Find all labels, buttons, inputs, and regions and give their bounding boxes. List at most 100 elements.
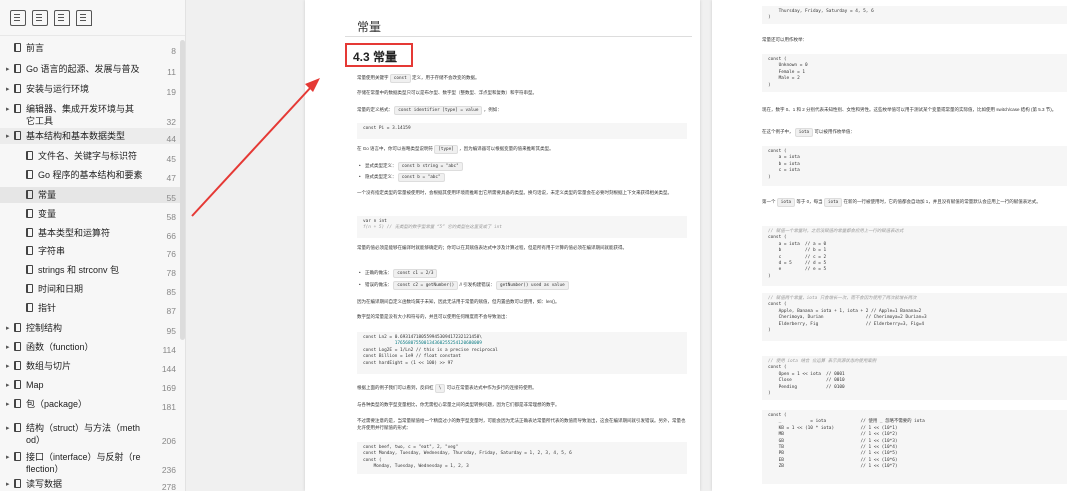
toc-item-page: 55 [166,193,176,203]
toc-item[interactable]: ▸ 控制结构 95 [0,320,180,336]
code-block: const ( a = iota b = iota c = iota ) [762,146,1067,186]
toc-item[interactable]: ▸ 接口（interface）与反射（reflection） 236 [0,449,180,475]
toc-item[interactable]: ▸ 基本结构和基本数据类型 44 [0,128,180,144]
chevron-right-icon[interactable]: ▸ [6,342,10,354]
code-block: const Pi = 3.14159 [357,123,687,139]
book-icon [14,131,21,140]
toc-item[interactable]: ▸ 结构（struct）与方法（method） 206 [0,420,180,446]
toc-item[interactable]: strings 和 strconv 包 78 [0,262,180,278]
book-icon [14,64,21,73]
toc-item[interactable]: 前言 8 [0,40,180,56]
book-icon [14,323,21,332]
toc-item[interactable]: Go 程序的基本结构和要素 47 [0,167,180,183]
pdf-page-next: Thursday, Friday, Saturday = 4, 5, 6 ) 常… [712,0,1080,491]
toc-item-page: 78 [166,268,176,278]
pdf-reader-window: 前言 8 ▸ Go 语言的起源、发展与普及 11 ▸ 安装与运行环境 19 ▸ 编辑器、集成开发环… [0,0,1080,491]
chevron-right-icon[interactable]: ▸ [6,423,10,435]
toc-item-title: 变量 [38,209,57,219]
paragraph: 第一个 iota 等于 0，每当 iota 在新的一行被使用时，它的值都会自动加… [762,198,1041,207]
toc-item[interactable]: 时间和日期 85 [0,281,180,297]
toc-item-title: 常量 [38,190,57,200]
toc-item[interactable]: ▸ 包（package） 181 [0,396,180,412]
toc-item-title: 结构（struct）与方法（method） [26,423,141,445]
chevron-right-icon[interactable]: ▸ [6,64,10,76]
toc-item[interactable]: 变量 58 [0,206,180,222]
toc-item-page: 169 [161,383,176,393]
paragraph: 因为在编译期间自定义函数均属于未知，因此无法用于常量的赋值，但内置函数可以使用，… [357,299,560,304]
toc-item-title: 包（package） [26,399,88,409]
toc-item-page: 44 [166,134,176,144]
book-icon [14,479,21,488]
chevron-right-icon[interactable]: ▸ [6,104,10,116]
bullet-item: 错误的做法： const c2 = getNumber() // 引发构建错误：… [359,281,685,290]
bookmark-add-icon[interactable] [76,9,92,26]
book-icon [14,380,21,389]
toc-item[interactable]: ▸ 安装与运行环境 19 [0,81,180,97]
toc-item[interactable]: 常量 55 [0,187,180,203]
toc-item-title: 时间和日期 [38,284,84,294]
code-block: const ( _ = iota // 使用 _ 忽略不需要的 iota KB … [762,410,1067,484]
toc-item-page: 278 [161,482,176,491]
code-block: // 赋值两个常量，iota 只会增长一次，而不会因为使用了两次就增长两次 co… [762,293,1067,341]
book-icon [26,228,33,237]
toc-item-page: 66 [166,231,176,241]
toc-item[interactable]: 指针 87 [0,300,180,316]
toc-item-title: Map [26,380,44,390]
chevron-right-icon[interactable]: ▸ [6,399,10,411]
toc-item-title: 编辑器、集成开发环境与其它工具 [26,104,135,126]
toc-item-title: 文件名、关键字与标识符 [38,151,138,161]
toc-item-title: strings 和 strconv 包 [38,265,120,275]
outline-icon[interactable] [10,9,26,26]
chevron-right-icon[interactable]: ▸ [6,380,10,392]
paragraph: 根据上面的例子我们可以看到，反斜杠 \ 可以在常量表达式中作为多行的连接符使用。 [357,384,537,393]
code-block: const ( Unknown = 0 Female = 1 Male = 2 … [762,54,1067,92]
toc-item-page: 87 [166,306,176,316]
code-block: const Ln2 = 0.69314718055994530941723212… [357,332,687,374]
toc-item[interactable]: ▸ 读写数据 278 [0,476,180,491]
toc-item-page: 8 [171,46,176,56]
toc-item-title: 接口（interface）与反射（reflection） [26,452,141,474]
toc-item-page: 236 [161,465,176,475]
toc-item-page: 95 [166,326,176,336]
toc-item[interactable]: 字符串 76 [0,243,180,259]
thumbnail-icon[interactable] [32,9,48,26]
book-icon [26,209,33,218]
toc-item-page: 206 [161,436,176,446]
toc-item-page: 85 [166,287,176,297]
bullet-item: 显式类型定义： const b string = "abc" [359,162,685,171]
book-icon [14,43,21,52]
chevron-right-icon[interactable]: ▸ [6,479,10,491]
book-icon [14,342,21,351]
toc-item-title: 指针 [38,303,57,313]
toc-item[interactable]: 文件名、关键字与标识符 45 [0,148,180,164]
bookmark-icon[interactable] [54,9,70,26]
book-icon [14,399,21,408]
toc-item-title: 字符串 [38,246,66,256]
header-divider [345,36,692,37]
toc-item[interactable]: ▸ 函数（function） 114 [0,339,180,355]
toc-item-page: 76 [166,249,176,259]
chevron-right-icon[interactable]: ▸ [6,323,10,335]
toc-item-title: 函数（function） [26,342,94,352]
outline-sidebar: 前言 8 ▸ Go 语言的起源、发展与普及 11 ▸ 安装与运行环境 19 ▸ 编辑器、集成开发环… [0,0,186,491]
book-icon [14,104,21,113]
toc-item[interactable]: 基本类型和运算符 66 [0,225,180,241]
bullet-item: 正确的做法： const c1 = 2/3 [359,269,685,278]
chevron-right-icon[interactable]: ▸ [6,452,10,464]
book-icon [26,170,33,179]
toc-item-page: 11 [167,67,176,77]
toc-item[interactable]: ▸ 编辑器、集成开发环境与其它工具 32 [0,101,180,127]
toc-item[interactable]: ▸ 数组与切片 144 [0,358,180,374]
chevron-right-icon[interactable]: ▸ [6,131,10,143]
toc-item-page: 58 [166,212,176,222]
paragraph: 常量的值必须是能够在编译时就能够确定的；你可以在其赋值表达式中涉及计算过程，但是… [357,245,627,250]
paragraph: 存储在常量中的数据类型只可以是布尔型、数字型（整数型、浮点型和复数）和字符串型。 [357,90,537,95]
toc-item[interactable]: ▸ Map 169 [0,377,180,393]
paragraph: 常量的定义格式： const identifier [type] = value… [357,106,502,115]
code-block: // 赋值一个常量时，之后没赋值的常量都会应用上一行的赋值表达式 const (… [762,226,1067,286]
chevron-right-icon[interactable]: ▸ [6,361,10,373]
chevron-right-icon[interactable]: ▸ [6,84,10,96]
section-title: 4.3 常量 [345,43,413,67]
toc-item[interactable]: ▸ Go 语言的起源、发展与普及 11 [0,61,180,77]
sidebar-scrollbar[interactable] [180,40,185,340]
